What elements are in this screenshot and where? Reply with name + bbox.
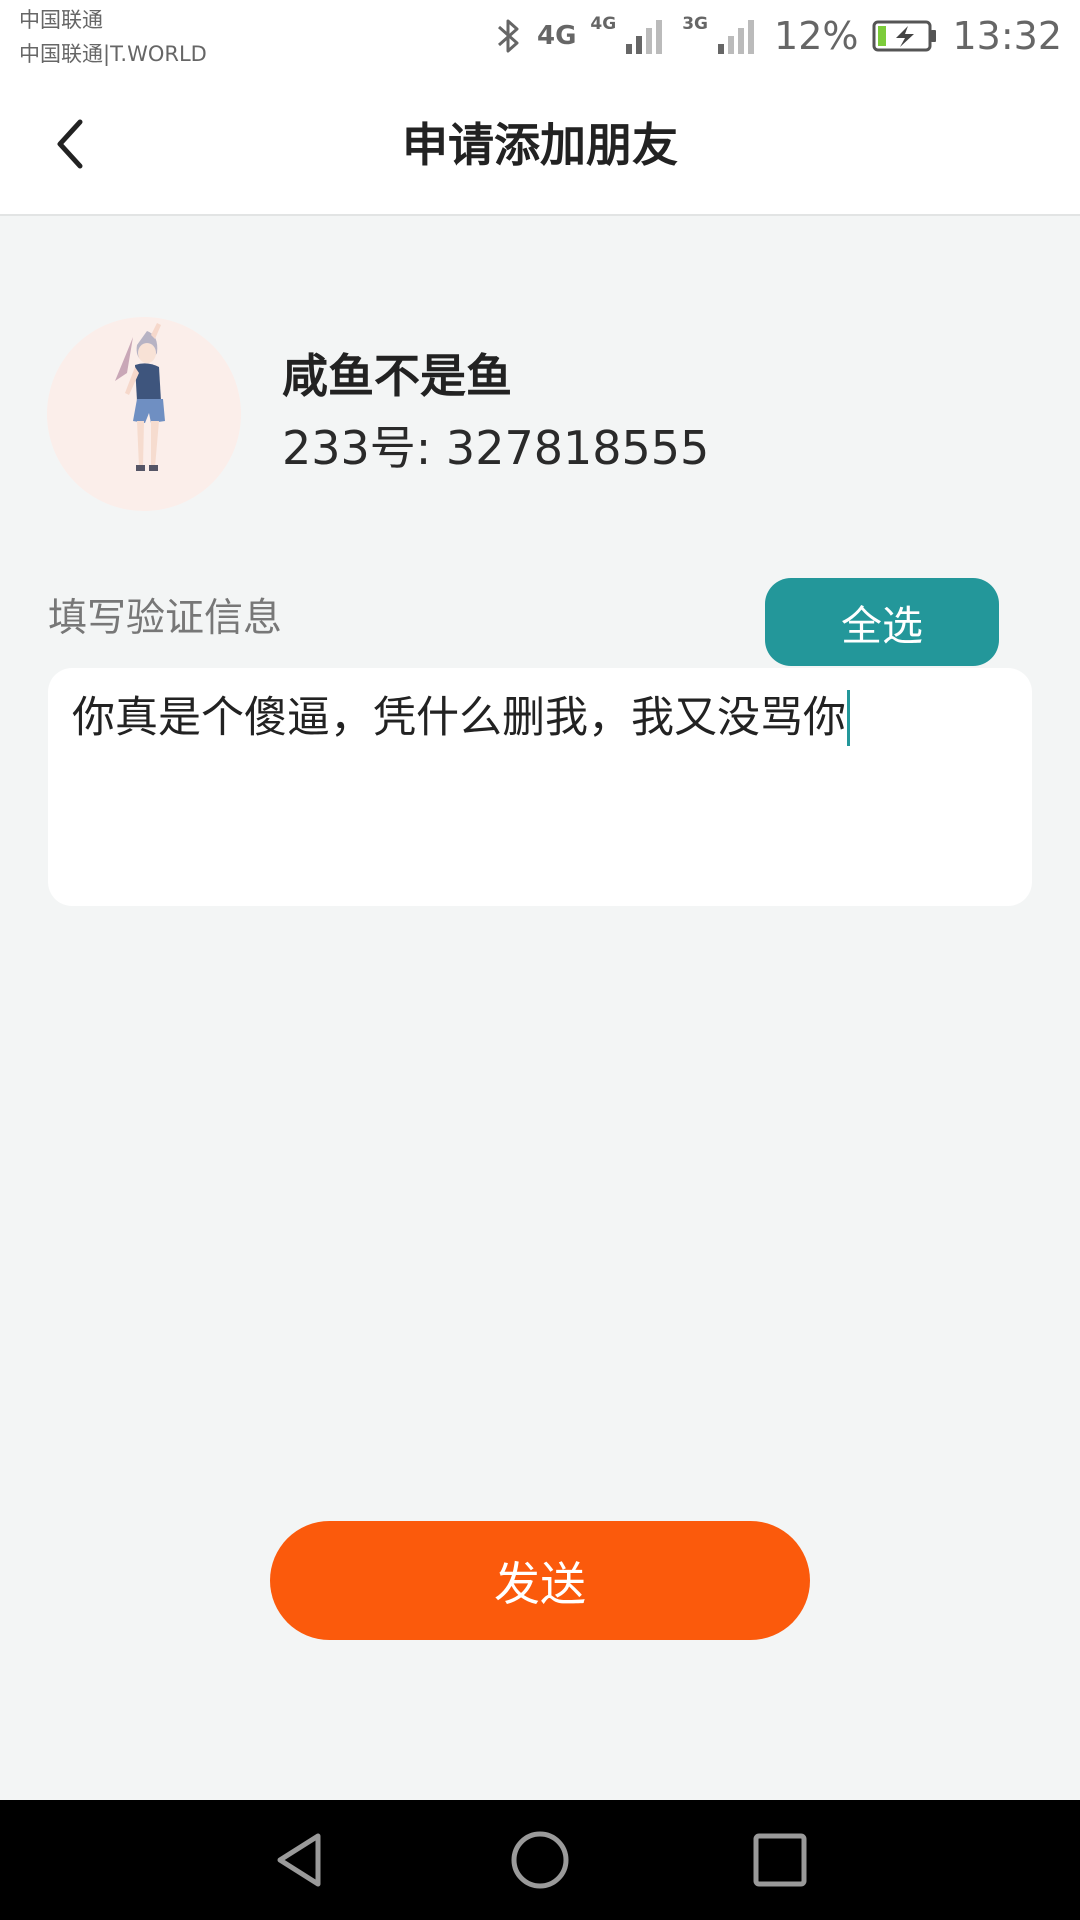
nav-back-button[interactable] (260, 1820, 340, 1900)
network-type-3: 3G (682, 14, 709, 34)
status-icons: 4G 4G 3G 12% 13:32 (479, 10, 1062, 62)
carrier-primary: 中国联通 (19, 8, 103, 32)
select-all-button[interactable]: 全选 (765, 578, 999, 666)
home-circle-icon (510, 1830, 570, 1890)
recents-square-icon (750, 1830, 810, 1890)
bluetooth-icon (493, 16, 523, 56)
anime-character-avatar-icon (47, 317, 241, 511)
battery-percent: 12% (774, 14, 859, 58)
user-name: 咸鱼不是鱼 (282, 349, 512, 403)
title-bar: 申请添加朋友 (0, 75, 1080, 216)
send-button[interactable]: 发送 (270, 1521, 810, 1640)
status-bar: 中国联通 中国联通|T.WORLD 4G 4G 3G 12% 13:32 (0, 0, 1080, 75)
nav-home-button[interactable] (500, 1820, 580, 1900)
user-id: 233号: 327818555 (282, 418, 709, 478)
verification-message-text[interactable]: 你真是个傻逼，凭什么删我，我又没骂你 (72, 690, 1008, 746)
signal-icon (716, 16, 760, 56)
message-content: 你真是个傻逼，凭什么删我，我又没骂你 (72, 693, 846, 743)
nav-recents-button[interactable] (740, 1820, 820, 1900)
network-type-2: 4G (590, 14, 617, 34)
user-id-label: 233号: (282, 421, 446, 475)
back-triangle-icon (270, 1830, 330, 1890)
avatar (47, 317, 241, 511)
network-type-1: 4G (536, 21, 577, 51)
user-id-value: 327818555 (445, 421, 710, 475)
signal-icon (624, 16, 668, 56)
verification-message-input[interactable]: 你真是个傻逼，凭什么删我，我又没骂你 (48, 668, 1032, 906)
carrier-secondary: 中国联通|T.WORLD (19, 42, 207, 66)
verification-label: 填写验证信息 (48, 596, 283, 641)
text-caret (847, 690, 850, 746)
navigation-bar (0, 1800, 1080, 1920)
clock: 13:32 (952, 14, 1062, 58)
battery-charging-icon (872, 19, 938, 53)
page-title: 申请添加朋友 (402, 118, 678, 172)
